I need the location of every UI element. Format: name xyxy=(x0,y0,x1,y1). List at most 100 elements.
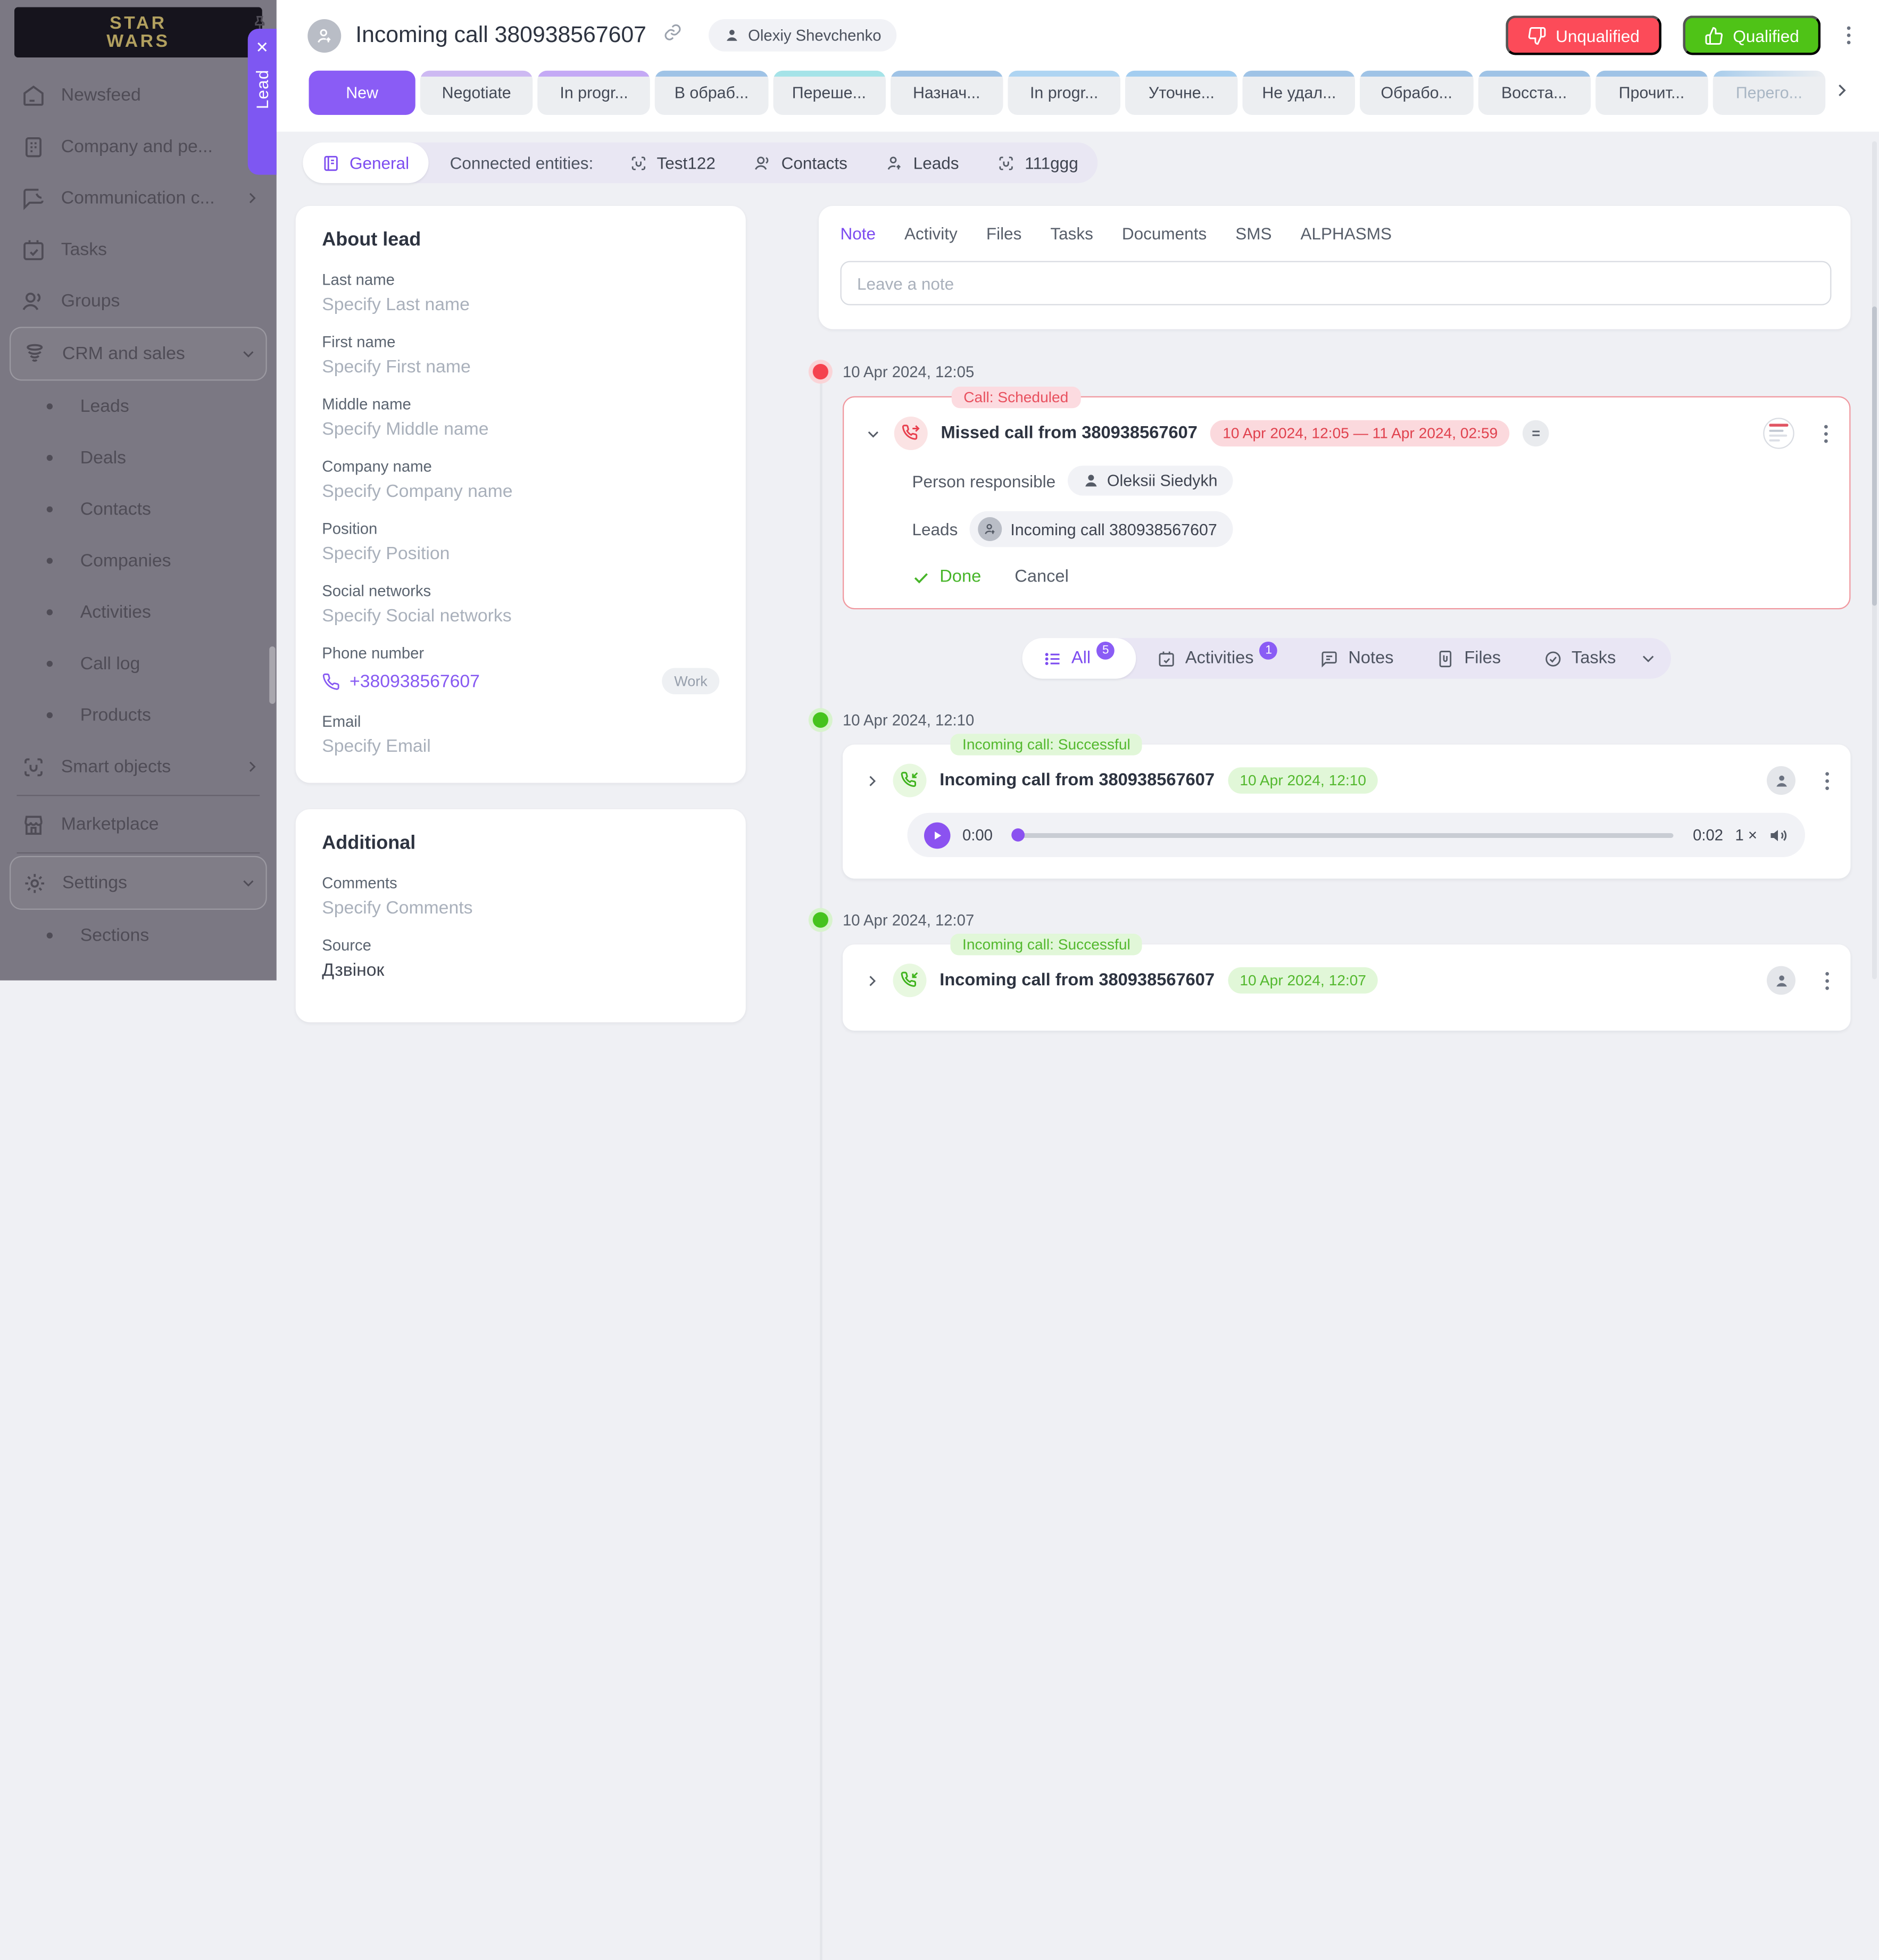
attachment-preview[interactable] xyxy=(1763,418,1794,449)
tab-activity[interactable]: Activity xyxy=(904,224,958,243)
call-time-pill: 10 Apr 2024, 12:07 xyxy=(1228,967,1378,994)
phone-number-link[interactable]: +380938567607 xyxy=(322,671,480,691)
cancel-button[interactable]: Cancel xyxy=(1015,568,1069,587)
filter-tasks[interactable]: Tasks xyxy=(1523,638,1637,679)
sidebar-item-label: Contacts xyxy=(80,499,151,519)
person-responsible-chip[interactable]: Oleksii Siedykh xyxy=(1068,466,1233,495)
call-title: Incoming call from 380938567607 xyxy=(940,971,1215,990)
stage-chip[interactable]: Переше... xyxy=(772,71,885,115)
sidebar-item-contacts[interactable]: Contacts xyxy=(0,484,277,535)
note-input[interactable] xyxy=(841,261,1832,305)
email-field[interactable]: Specify Email xyxy=(322,736,719,757)
sidebar-item-settings[interactable]: Settings xyxy=(10,856,267,910)
duration: 0:02 xyxy=(1693,826,1723,844)
sidebar-item-groups[interactable]: Groups xyxy=(0,276,277,327)
stage-chip[interactable]: Negotiate xyxy=(420,71,533,115)
close-icon[interactable]: ✕ xyxy=(255,39,269,55)
filter-activities[interactable]: Activities 1 xyxy=(1136,638,1299,679)
filter-files[interactable]: Files xyxy=(1415,638,1523,679)
done-button[interactable]: Done xyxy=(912,568,982,587)
stage-chip[interactable]: In progr... xyxy=(538,71,651,115)
workspace-logo[interactable]: STAR WARS xyxy=(14,7,262,58)
expand-icon[interactable] xyxy=(864,973,880,988)
collapse-icon[interactable] xyxy=(866,426,881,441)
stage-chip[interactable]: В обраб... xyxy=(655,71,768,115)
sidebar-divider xyxy=(17,852,260,853)
volume-icon[interactable] xyxy=(1769,825,1789,844)
description-icon[interactable]: = xyxy=(1523,420,1550,447)
chat-phone-icon xyxy=(22,186,46,210)
filter-all[interactable]: All 5 xyxy=(1022,638,1136,679)
lead-reference-chip[interactable]: Incoming call 380938567607 xyxy=(970,511,1233,547)
stage-chip[interactable]: Обрабо... xyxy=(1360,71,1473,115)
sidebar-item-deals[interactable]: Deals xyxy=(0,432,277,484)
page-title: Incoming call 380938567607 xyxy=(355,22,646,49)
sidebar-item-communication[interactable]: Communication c... xyxy=(0,172,277,224)
stage-chip[interactable]: In progr... xyxy=(1008,71,1120,115)
smart-object-icon xyxy=(22,755,46,779)
stage-chip[interactable]: Не удал... xyxy=(1243,71,1356,115)
filter-more-icon[interactable] xyxy=(1640,650,1657,667)
sidebar-item-company-and-people[interactable]: Company and pe... xyxy=(0,121,277,172)
tab-sms[interactable]: SMS xyxy=(1235,224,1271,243)
social-networks-field[interactable]: Specify Social networks xyxy=(322,606,719,626)
bullet-icon xyxy=(47,506,53,512)
copy-link-icon[interactable] xyxy=(663,23,682,48)
field-label: Source xyxy=(322,936,719,954)
sidebar-item-sections[interactable]: Sections xyxy=(0,910,277,961)
first-name-field[interactable]: Specify First name xyxy=(322,357,719,377)
tab-alphasms[interactable]: ALPHASMS xyxy=(1300,224,1392,243)
card-more-menu-icon[interactable] xyxy=(1824,425,1828,443)
seek-slider[interactable] xyxy=(1012,833,1674,837)
unqualified-button[interactable]: Unqualified xyxy=(1506,15,1661,55)
card-more-menu-icon[interactable] xyxy=(1825,971,1829,990)
stages-scroll-right-icon[interactable] xyxy=(1833,81,1851,105)
expand-icon[interactable] xyxy=(864,773,880,788)
play-button[interactable] xyxy=(924,822,951,849)
sidebar-item-activities[interactable]: Activities xyxy=(0,587,277,638)
tab-note[interactable]: Note xyxy=(841,224,876,243)
filter-notes[interactable]: Notes xyxy=(1299,638,1415,679)
sidebar-item-crm-and-sales[interactable]: CRM and sales xyxy=(10,327,267,380)
tab-111ggg[interactable]: 111ggg xyxy=(978,143,1098,184)
sidebar-item-companies[interactable]: Companies xyxy=(0,535,277,587)
owner-chip[interactable]: Olexiy Shevchenko xyxy=(709,19,897,52)
sidebar-item-call-log[interactable]: Call log xyxy=(0,638,277,690)
stage-chip[interactable]: New xyxy=(309,71,415,115)
sidebar-scrollbar[interactable] xyxy=(269,646,275,704)
tab-contacts[interactable]: Contacts xyxy=(735,143,867,184)
header-more-menu-icon[interactable] xyxy=(1847,27,1851,45)
sidebar-item-leads[interactable]: Leads xyxy=(0,381,277,433)
field-label: Middle name xyxy=(322,395,719,413)
sidebar-item-newsfeed[interactable]: Newsfeed xyxy=(0,70,277,121)
company-name-field[interactable]: Specify Company name xyxy=(322,481,719,502)
source-field[interactable]: Дзвінок xyxy=(322,960,719,981)
playback-speed[interactable]: 1 × xyxy=(1735,826,1757,844)
tab-documents[interactable]: Documents xyxy=(1122,224,1207,243)
tab-files[interactable]: Files xyxy=(986,224,1022,243)
window-scrollbar[interactable] xyxy=(1872,142,1877,979)
thumbs-up-icon xyxy=(1704,26,1723,45)
stage-chip[interactable]: Назнач... xyxy=(890,71,1003,115)
sidebar-item-marketplace[interactable]: Marketplace xyxy=(0,799,277,850)
sidebar-item-smart-objects[interactable]: Smart objects xyxy=(0,741,277,793)
lead-drawer-tab[interactable]: ✕ Lead xyxy=(248,29,277,175)
stage-chip[interactable]: Перего... xyxy=(1713,71,1826,115)
position-field[interactable]: Specify Position xyxy=(322,544,719,564)
sidebar-item-tasks[interactable]: Tasks xyxy=(0,224,277,276)
check-icon xyxy=(912,568,930,586)
tab-general[interactable]: General xyxy=(303,143,428,184)
tab-leads[interactable]: Leads xyxy=(867,143,978,184)
sidebar-item-products[interactable]: Products xyxy=(0,690,277,741)
tab-test122[interactable]: Test122 xyxy=(610,143,735,184)
qualified-button[interactable]: Qualified xyxy=(1683,15,1820,55)
middle-name-field[interactable]: Specify Middle name xyxy=(322,419,719,439)
stage-chip[interactable]: Прочит... xyxy=(1595,71,1708,115)
stage-chip[interactable]: Уточне... xyxy=(1125,71,1238,115)
last-name-field[interactable]: Specify Last name xyxy=(322,295,719,315)
card-more-menu-icon[interactable] xyxy=(1825,771,1829,790)
comments-field[interactable]: Specify Comments xyxy=(322,898,719,918)
stage-chip[interactable]: Восста... xyxy=(1478,71,1591,115)
tab-tasks[interactable]: Tasks xyxy=(1050,224,1093,243)
status-badge: Incoming call: Successful xyxy=(951,734,1143,755)
